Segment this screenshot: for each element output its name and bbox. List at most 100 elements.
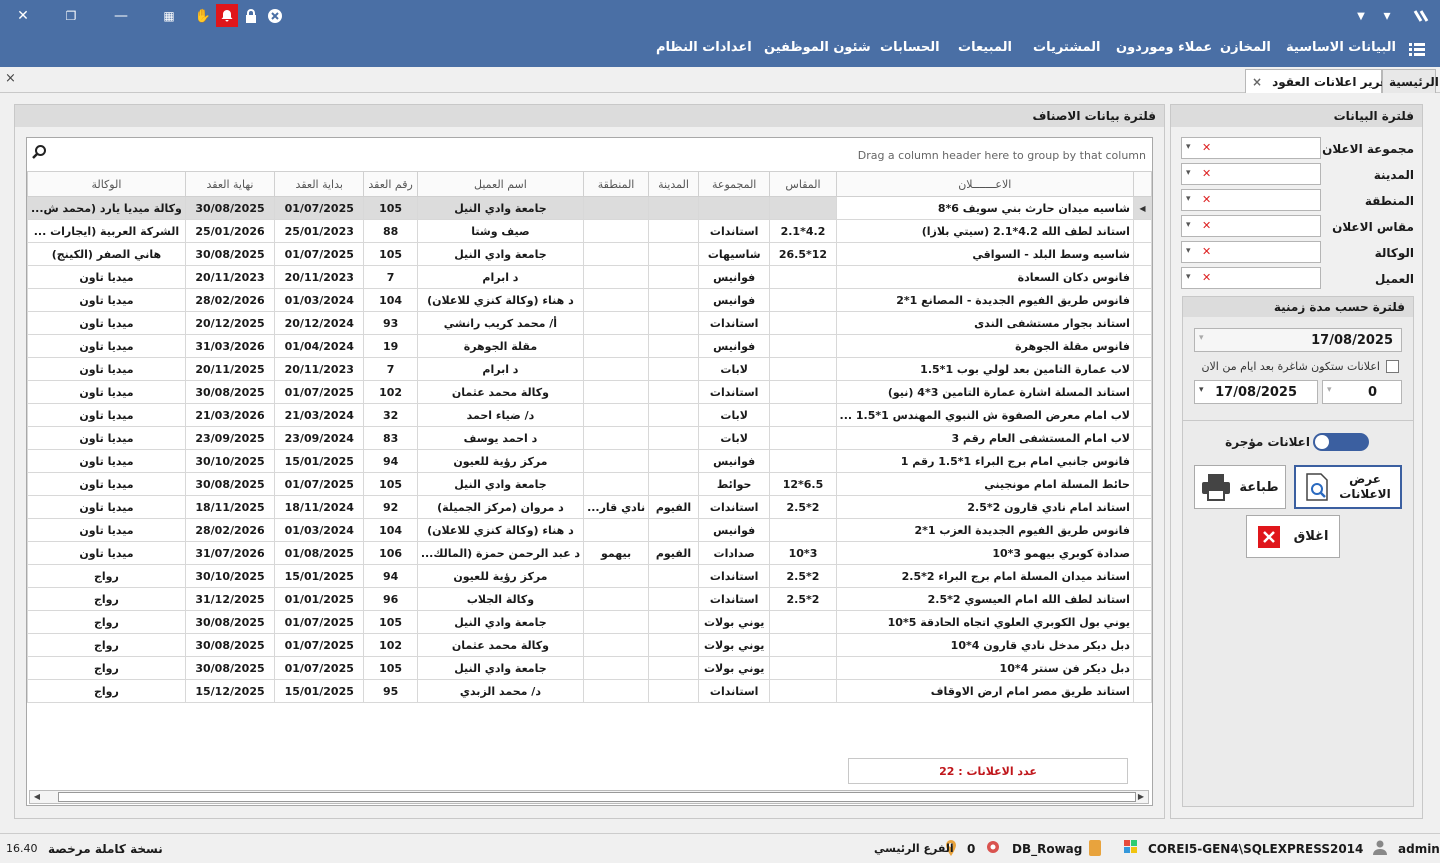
table-cell[interactable]: 01/07/2025	[274, 196, 365, 220]
table-cell[interactable]: 01/07/2025	[274, 380, 365, 404]
table-cell[interactable]: فوانيس	[697, 265, 771, 289]
table-cell[interactable]	[648, 265, 699, 289]
table-cell[interactable]: ميديا تاون	[27, 288, 186, 312]
table-cell[interactable]: 19	[363, 334, 418, 358]
table-cell[interactable]	[583, 311, 650, 335]
table-cell[interactable]	[583, 656, 650, 680]
chevron-down-icon[interactable]: ▾	[1186, 194, 1191, 204]
table-cell[interactable]: 30/08/2025	[184, 610, 276, 634]
table-cell[interactable]: جامعة وادي النيل	[416, 472, 585, 496]
table-cell[interactable]	[583, 564, 650, 588]
table-cell[interactable]: رواج	[27, 610, 186, 634]
table-cell[interactable]: جامعة وادي النيل	[416, 610, 585, 634]
column-header[interactable]: المقاس	[769, 171, 837, 197]
table-cell[interactable]: استاند ميدان المسلة امام برج البراء 2*2.…	[835, 564, 1134, 588]
table-cell[interactable]: بيهمو	[583, 541, 650, 565]
filter-combo[interactable]: ▾ ✕	[1181, 215, 1321, 237]
notification-bell-icon[interactable]	[216, 4, 238, 27]
chevron-down-icon[interactable]: ▾	[1186, 168, 1191, 178]
table-cell[interactable]: 20/11/2023	[274, 265, 365, 289]
table-cell[interactable]: 7	[363, 357, 418, 381]
table-cell[interactable]: 2*2.5	[769, 495, 837, 519]
table-cell[interactable]	[583, 610, 650, 634]
table-cell[interactable]: ميديا تاون	[27, 311, 186, 335]
column-header[interactable]: الوكالة	[27, 171, 186, 197]
cancel-circle-icon[interactable]	[264, 6, 286, 26]
table-cell[interactable]	[648, 564, 699, 588]
table-cell[interactable]	[583, 357, 650, 381]
table-cell[interactable]: استاند بجوار مستشفى الندى	[835, 311, 1134, 335]
table-cell[interactable]: استاندات	[697, 380, 771, 404]
menu-accounts[interactable]: الحسابات	[880, 40, 940, 55]
table-cell[interactable]	[583, 265, 650, 289]
table-cell[interactable]: 31/03/2026	[184, 334, 276, 358]
table-cell[interactable]: 105	[363, 610, 418, 634]
table-cell[interactable]: استاندات	[697, 564, 771, 588]
table-cell[interactable]: وكالة الجلاب	[416, 587, 585, 611]
column-header[interactable]: المنطقة	[583, 171, 650, 197]
table-cell[interactable]	[583, 242, 650, 266]
rented-ads-toggle[interactable]	[1313, 433, 1369, 451]
table-cell[interactable]: ميديا تاون	[27, 472, 186, 496]
table-cell[interactable]: ميديا تاون	[27, 495, 186, 519]
table-row[interactable]: ميديا تاون 21/03/2026 21/03/2024 32 د/ ضياء …	[27, 403, 1153, 427]
horizontal-scrollbar[interactable]: ◀ ▶	[29, 790, 1149, 804]
table-row[interactable]: ميديا تاون 18/11/2025 18/11/2024 92 د مروان …	[27, 495, 1153, 519]
table-row[interactable]: ميديا تاون 20/11/2023 20/11/2023 7 د ابرام فو…	[27, 265, 1153, 289]
table-cell[interactable]: جامعة وادي النيل	[416, 242, 585, 266]
menu-stores[interactable]: المخازن	[1220, 40, 1271, 55]
table-cell[interactable]: فانوس مقلة الجوهرة	[835, 334, 1134, 358]
table-cell[interactable]: د ابرام	[416, 357, 585, 381]
table-cell[interactable]: 01/07/2025	[274, 656, 365, 680]
table-cell[interactable]: 104	[363, 518, 418, 542]
print-button[interactable]: طباعة	[1194, 465, 1286, 509]
table-cell[interactable]	[583, 426, 650, 450]
table-cell[interactable]: لابات	[697, 426, 771, 450]
table-row[interactable]: رواج 30/08/2025 01/07/2025 105 جامعة وادي ال…	[27, 656, 1153, 680]
filter-combo[interactable]: ▾ ✕	[1181, 241, 1321, 263]
table-row[interactable]: ميديا تاون 30/08/2025 01/07/2025 102 وكالة م…	[27, 380, 1153, 404]
table-cell[interactable]: 30/08/2025	[184, 380, 276, 404]
table-cell[interactable]	[769, 334, 837, 358]
table-cell[interactable]: أ/ محمد كريب رانشي	[416, 311, 585, 335]
table-cell[interactable]: 23/09/2025	[184, 426, 276, 450]
table-cell[interactable]: 30/10/2025	[184, 449, 276, 473]
scroll-left-icon[interactable]: ◀	[30, 791, 44, 803]
table-cell[interactable]	[648, 633, 699, 657]
table-row[interactable]: هاني الصفر (الكينج) 30/08/2025 01/07/2025 1…	[27, 242, 1153, 266]
table-cell[interactable]: لابات	[697, 403, 771, 427]
lock-icon[interactable]	[240, 6, 262, 26]
table-cell[interactable]: يوني بولات	[697, 656, 771, 680]
filter-combo[interactable]: ▾ ✕	[1181, 163, 1321, 185]
table-cell[interactable]	[648, 518, 699, 542]
table-cell[interactable]	[769, 288, 837, 312]
table-cell[interactable]: 93	[363, 311, 418, 335]
table-cell[interactable]: مقلة الجوهرة	[416, 334, 585, 358]
column-header[interactable]: المدينة	[648, 171, 699, 197]
table-cell[interactable]: 96	[363, 587, 418, 611]
table-cell[interactable]: 94	[363, 449, 418, 473]
chevron-icon[interactable]: ▾	[1376, 6, 1398, 26]
table-cell[interactable]: وكالة ميديا يارد (محمد ش...	[27, 196, 186, 220]
view-ads-button[interactable]: عرض الاعلانات	[1294, 465, 1402, 509]
table-cell[interactable]: 30/08/2025	[184, 472, 276, 496]
close-window-icon[interactable]: ✕	[12, 6, 34, 26]
table-cell[interactable]	[583, 334, 650, 358]
table-cell[interactable]	[583, 288, 650, 312]
table-cell[interactable]: د احمد يوسف	[416, 426, 585, 450]
table-cell[interactable]: فوانيس	[697, 288, 771, 312]
table-cell[interactable]: شاسيه وسط البلد - السواقي	[835, 242, 1134, 266]
table-cell[interactable]: 20/11/2023	[274, 357, 365, 381]
table-cell[interactable]: ميديا تاون	[27, 380, 186, 404]
table-cell[interactable]: 21/03/2024	[274, 403, 365, 427]
table-cell[interactable]: هاني الصفر (الكينج)	[27, 242, 186, 266]
table-cell[interactable]: د ابرام	[416, 265, 585, 289]
table-cell[interactable]: 106	[363, 541, 418, 565]
chevron-down-icon[interactable]: ▾	[1186, 220, 1191, 230]
menu-hr[interactable]: شئون الموظفين	[764, 40, 871, 55]
table-cell[interactable]: 01/03/2024	[274, 288, 365, 312]
table-cell[interactable]	[583, 518, 650, 542]
table-cell[interactable]: 01/03/2024	[274, 518, 365, 542]
table-cell[interactable]: 105	[363, 196, 418, 220]
table-cell[interactable]: 94	[363, 564, 418, 588]
